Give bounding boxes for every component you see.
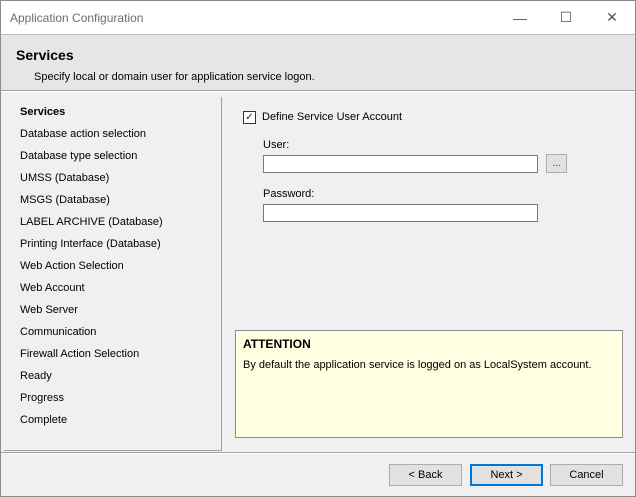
- browse-user-button[interactable]: ...: [546, 154, 567, 173]
- nav-item-communication[interactable]: Communication: [20, 324, 96, 340]
- page-title: Services: [16, 47, 74, 63]
- password-input[interactable]: [263, 204, 538, 222]
- close-button[interactable]: ✕: [589, 1, 635, 34]
- cancel-button[interactable]: Cancel: [550, 464, 623, 486]
- nav-item-label-archive-database[interactable]: LABEL ARCHIVE (Database): [20, 214, 163, 230]
- nav-item-database-type-selection[interactable]: Database type selection: [20, 148, 137, 164]
- services-content-panel: ✓ Define Service User Account User: ... …: [223, 97, 633, 449]
- define-service-user-label: Define Service User Account: [262, 111, 403, 123]
- window-title: Application Configuration: [10, 11, 144, 25]
- nav-item-database-action-selection[interactable]: Database action selection: [20, 126, 146, 142]
- nav-item-ready[interactable]: Ready: [20, 368, 52, 384]
- page-header: Services Specify local or domain user fo…: [1, 34, 635, 91]
- minimize-icon: —: [513, 9, 527, 26]
- page-subtitle: Specify local or domain user for applica…: [34, 71, 315, 83]
- attention-text: By default the application service is lo…: [243, 359, 592, 371]
- nav-item-web-server[interactable]: Web Server: [20, 302, 78, 318]
- nav-item-web-action-selection[interactable]: Web Action Selection: [20, 258, 124, 274]
- maximize-button[interactable]: ☐: [543, 1, 589, 34]
- close-icon: ✕: [606, 9, 618, 25]
- user-label: User:: [263, 139, 290, 151]
- nav-item-printing-interface-database[interactable]: Printing Interface (Database): [20, 236, 161, 252]
- next-button[interactable]: Next >: [470, 464, 543, 486]
- attention-title: ATTENTION: [243, 337, 311, 351]
- footer-divider: [1, 452, 635, 454]
- nav-item-progress[interactable]: Progress: [20, 390, 64, 406]
- back-button[interactable]: < Back: [389, 464, 462, 486]
- password-label: Password:: [263, 188, 315, 200]
- nav-item-firewall-action-selection[interactable]: Firewall Action Selection: [20, 346, 139, 362]
- step-navigation: Services Database action selection Datab…: [4, 97, 222, 451]
- nav-item-services[interactable]: Services: [20, 104, 65, 120]
- user-input[interactable]: [263, 155, 538, 173]
- header-divider: [1, 90, 635, 92]
- minimize-button[interactable]: —: [497, 1, 543, 34]
- attention-notice: ATTENTION By default the application ser…: [235, 330, 623, 438]
- nav-item-umss-database[interactable]: UMSS (Database): [20, 170, 109, 186]
- nav-item-msgs-database[interactable]: MSGS (Database): [20, 192, 110, 208]
- maximize-icon: ☐: [559, 9, 573, 25]
- title-bar: Application Configuration — ☐ ✕: [1, 1, 635, 34]
- application-configuration-window: Application Configuration — ☐ ✕ Services…: [0, 0, 636, 497]
- nav-item-web-account[interactable]: Web Account: [20, 280, 85, 296]
- define-service-user-checkbox[interactable]: ✓ Define Service User Account: [243, 110, 402, 124]
- nav-item-complete[interactable]: Complete: [20, 412, 67, 428]
- checkbox-check-icon: ✓: [243, 110, 256, 124]
